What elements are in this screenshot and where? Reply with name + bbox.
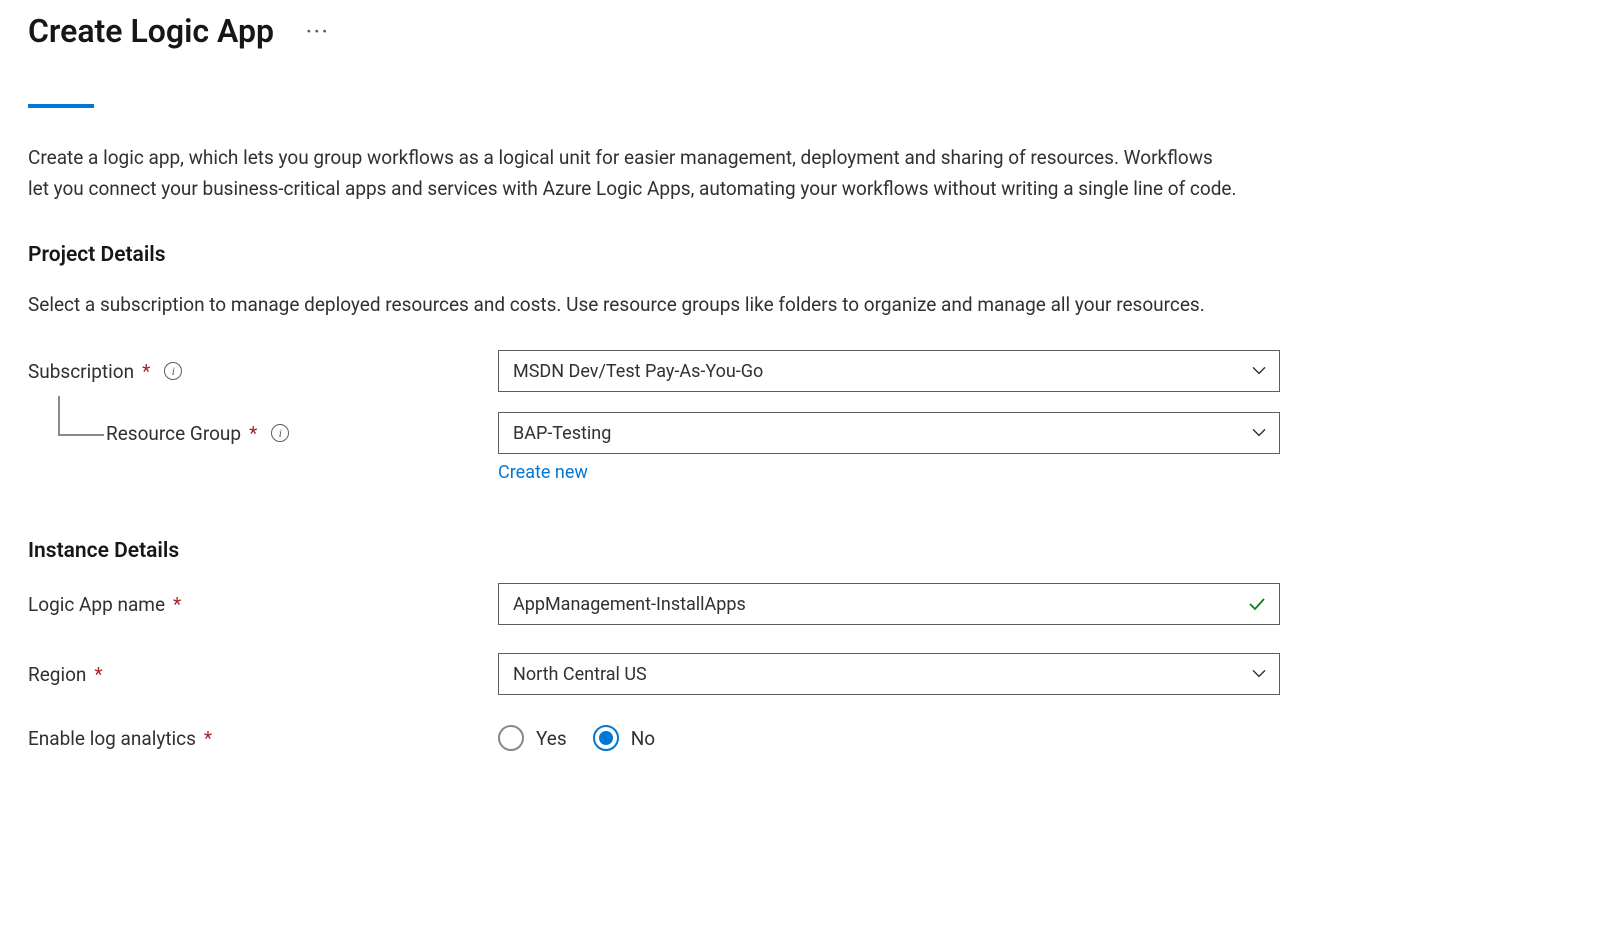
page-header: Create Logic App ··· (28, 12, 1572, 50)
subscription-dropdown-value: MSDN Dev/Test Pay-As-You-Go (513, 361, 763, 382)
required-indicator: * (94, 663, 102, 686)
subscription-row: Subscription * i MSDN Dev/Test Pay-As-Yo… (28, 350, 1572, 392)
logic-app-name-label-text: Logic App name (28, 593, 165, 616)
log-analytics-row: Enable log analytics * Yes No (28, 725, 1572, 751)
resource-group-row: Resource Group * i BAP-Testing (28, 412, 1572, 454)
log-analytics-label: Enable log analytics * (28, 727, 498, 750)
resource-group-dropdown[interactable]: BAP-Testing (498, 412, 1280, 454)
required-indicator: * (173, 593, 181, 616)
project-details-description: Select a subscription to manage deployed… (28, 289, 1258, 320)
tab-bar (28, 96, 1572, 112)
active-tab-indicator (28, 104, 94, 108)
page-title: Create Logic App (28, 12, 274, 50)
project-details-heading: Project Details (28, 243, 1572, 267)
logic-app-name-label: Logic App name * (28, 593, 498, 616)
subscription-label-text: Subscription (28, 360, 134, 383)
info-icon[interactable]: i (271, 424, 289, 442)
region-label: Region * (28, 663, 498, 686)
tree-connector (58, 396, 104, 436)
more-actions-button[interactable]: ··· (302, 17, 334, 45)
radio-no-label: No (631, 727, 655, 750)
subscription-dropdown[interactable]: MSDN Dev/Test Pay-As-You-Go (498, 350, 1280, 392)
check-icon (1247, 594, 1267, 614)
region-dropdown-value: North Central US (513, 664, 647, 685)
radio-yes-label: Yes (536, 727, 567, 750)
resource-group-dropdown-value: BAP-Testing (513, 423, 611, 444)
info-icon[interactable]: i (164, 362, 182, 380)
chevron-down-icon (1251, 424, 1267, 440)
log-analytics-no-radio[interactable]: No (593, 725, 655, 751)
region-dropdown[interactable]: North Central US (498, 653, 1280, 695)
resource-group-label-text: Resource Group (106, 422, 241, 445)
log-analytics-radio-group: Yes No (498, 725, 1280, 751)
region-row: Region * North Central US (28, 653, 1572, 695)
intro-text: Create a logic app, which lets you group… (28, 142, 1238, 205)
radio-icon (498, 725, 524, 751)
log-analytics-yes-radio[interactable]: Yes (498, 725, 567, 751)
radio-checked-icon (593, 725, 619, 751)
chevron-down-icon (1251, 362, 1267, 378)
create-logic-app-page: Create Logic App ··· Create a logic app,… (0, 0, 1600, 791)
logic-app-name-input[interactable]: AppManagement-InstallApps (498, 583, 1280, 625)
create-new-row: Create new (28, 462, 1572, 483)
resource-group-label: Resource Group * i (28, 422, 498, 445)
radio-dot (599, 731, 613, 745)
instance-details-heading: Instance Details (28, 539, 1572, 563)
required-indicator: * (249, 422, 257, 445)
required-indicator: * (142, 360, 150, 383)
subscription-label: Subscription * i (28, 360, 498, 383)
log-analytics-label-text: Enable log analytics (28, 727, 196, 750)
chevron-down-icon (1251, 665, 1267, 681)
region-label-text: Region (28, 663, 86, 686)
required-indicator: * (204, 727, 212, 750)
logic-app-name-value: AppManagement-InstallApps (513, 594, 746, 615)
create-new-link[interactable]: Create new (498, 462, 588, 483)
logic-app-name-row: Logic App name * AppManagement-InstallAp… (28, 583, 1572, 625)
